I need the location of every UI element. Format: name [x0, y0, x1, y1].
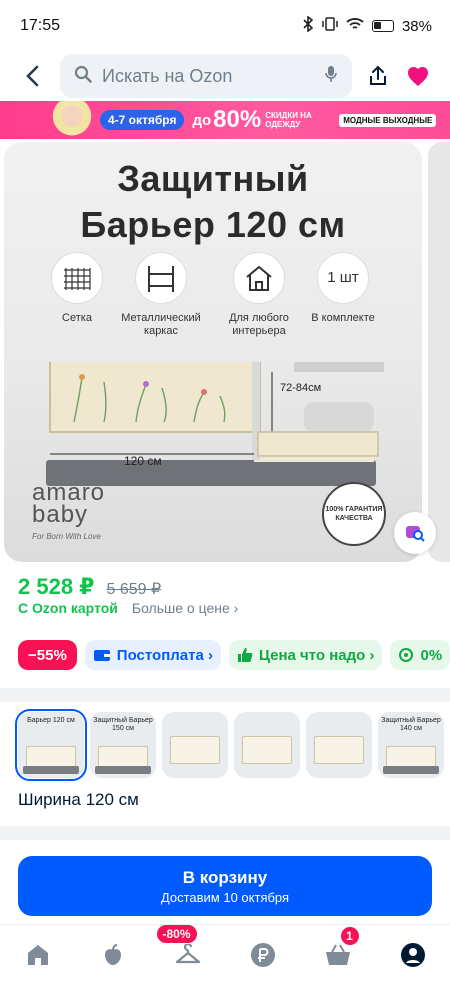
discount-badge: −55% [18, 640, 77, 670]
brand-logo: amaro baby [32, 479, 106, 528]
house-icon [233, 252, 285, 304]
camera-search-icon [406, 526, 425, 542]
home-icon [27, 944, 48, 965]
search-input[interactable]: Искать на Ozon [60, 54, 352, 98]
count-icon: 1 шт [317, 252, 369, 304]
favorite-button[interactable] [398, 56, 438, 96]
battery-icon [371, 20, 394, 32]
battery-level: 38% [401, 17, 432, 35]
share-button[interactable] [358, 56, 398, 96]
top-bar: Искать на Ozon [0, 52, 450, 100]
variant-option-4[interactable] [234, 712, 300, 778]
add-to-cart-label: В корзину [182, 867, 268, 887]
price-row: 2 528 ₽ 5 659 ₽ [18, 574, 161, 600]
nav-profile[interactable] [388, 935, 438, 975]
frame-icon [135, 252, 187, 304]
feature-count: 1 шт В комплекте [302, 252, 384, 325]
selected-width-label: Ширина 120 см [18, 790, 139, 809]
brand-tagline: For Born With Love [32, 532, 101, 541]
nav-home[interactable] [13, 935, 63, 975]
dimension-height: 72-84см [280, 382, 322, 394]
add-to-cart-button[interactable]: В корзину Доставим 10 октября [18, 856, 432, 916]
dimension-width: 120 см [124, 454, 162, 468]
vibrate-icon [322, 17, 338, 35]
visual-search-button[interactable] [394, 512, 436, 554]
variant-option-3[interactable] [162, 712, 228, 778]
variant-option-5[interactable] [306, 712, 372, 778]
more-about-price-link[interactable]: Больше о цене › [132, 600, 238, 616]
feature-mesh: Сетка [36, 252, 118, 325]
installment-icon [399, 648, 414, 662]
section-divider [0, 688, 450, 702]
nav-cart[interactable]: 1 [313, 926, 363, 975]
card-price-row: С Ozon картой Больше о цене › [18, 600, 238, 616]
badges-row: −55% Постоплата › Цена что надо › 0% [18, 640, 450, 670]
section-divider [0, 826, 450, 840]
bluetooth-icon [302, 15, 314, 36]
hanger-icon [175, 943, 200, 963]
variant-selector: Барьер 120 см Защитный Барьер 150 см Защ… [15, 709, 444, 781]
cart-count-badge: 1 [340, 926, 359, 945]
postpay-chip[interactable]: Постоплата › [84, 640, 221, 670]
promo-banner[interactable]: 4-7 октября до 80% СКИДКИ НА ОДЕЖДУ МОДН… [0, 101, 450, 139]
wifi-icon [346, 17, 364, 35]
nav-fresh[interactable] [88, 935, 138, 975]
status-bar: 17:55 38% [0, 0, 450, 52]
basket-icon [325, 944, 350, 965]
current-price: 2 528 ₽ [18, 574, 95, 599]
feature-frame: Металлический каркас [120, 252, 202, 338]
profile-icon [400, 942, 425, 967]
mesh-icon [51, 252, 103, 304]
promo-subtitle: СКИДКИ НА ОДЕЖДУ [265, 111, 312, 129]
thumbs-up-icon [237, 648, 253, 662]
apple-icon [104, 943, 121, 965]
bottom-navigation: -80% 1 [0, 924, 450, 1000]
status-time: 17:55 [20, 17, 61, 34]
microphone-icon[interactable] [324, 65, 338, 88]
next-image-preview[interactable] [428, 142, 450, 562]
search-icon [74, 65, 92, 88]
promo-prefix: до [192, 111, 212, 129]
quality-guarantee-badge: 100% ГАРАНТИЯ КАЧЕСТВА [322, 482, 386, 546]
promo-date: 4-7 октября [100, 110, 185, 130]
chevron-left-icon [26, 65, 39, 87]
nav-fashion[interactable]: -80% [156, 924, 213, 975]
image-title: Защитный Барьер 120 см [80, 158, 346, 245]
promo-percent: 80% [213, 106, 262, 133]
back-button[interactable] [14, 56, 50, 96]
delivery-date: Доставим 10 октября [160, 889, 290, 905]
promo-badge: МОДНЫЕ ВЫХОДНЫЕ [339, 113, 437, 127]
ruble-icon [250, 942, 275, 967]
variant-option-120[interactable]: Барьер 120 см [15, 709, 87, 781]
variant-option-150[interactable]: Защитный Барьер 150 см [90, 712, 156, 778]
variant-option-140[interactable]: Защитный Барьер 140 см [378, 712, 444, 778]
product-image-gallery[interactable]: Защитный Барьер 120 см Сетка Металлическ… [4, 142, 422, 562]
ozon-card-label: С Ozon картой [18, 600, 118, 616]
wallet-icon [93, 650, 110, 661]
status-icons: 38% [302, 15, 432, 36]
installment-chip[interactable]: 0% [390, 640, 450, 670]
nav-finance[interactable] [238, 935, 288, 975]
share-icon [370, 65, 386, 85]
good-price-chip[interactable]: Цена что надо › [228, 640, 383, 670]
promo-model-image [46, 101, 98, 139]
bed-barrier-illustration [46, 362, 384, 486]
feature-interior: Для любого интерьера [218, 252, 300, 338]
fashion-promo-badge: -80% [156, 924, 197, 943]
search-placeholder: Искать на Ozon [102, 65, 233, 86]
old-price: 5 659 ₽ [106, 581, 162, 598]
heart-icon [408, 67, 428, 86]
